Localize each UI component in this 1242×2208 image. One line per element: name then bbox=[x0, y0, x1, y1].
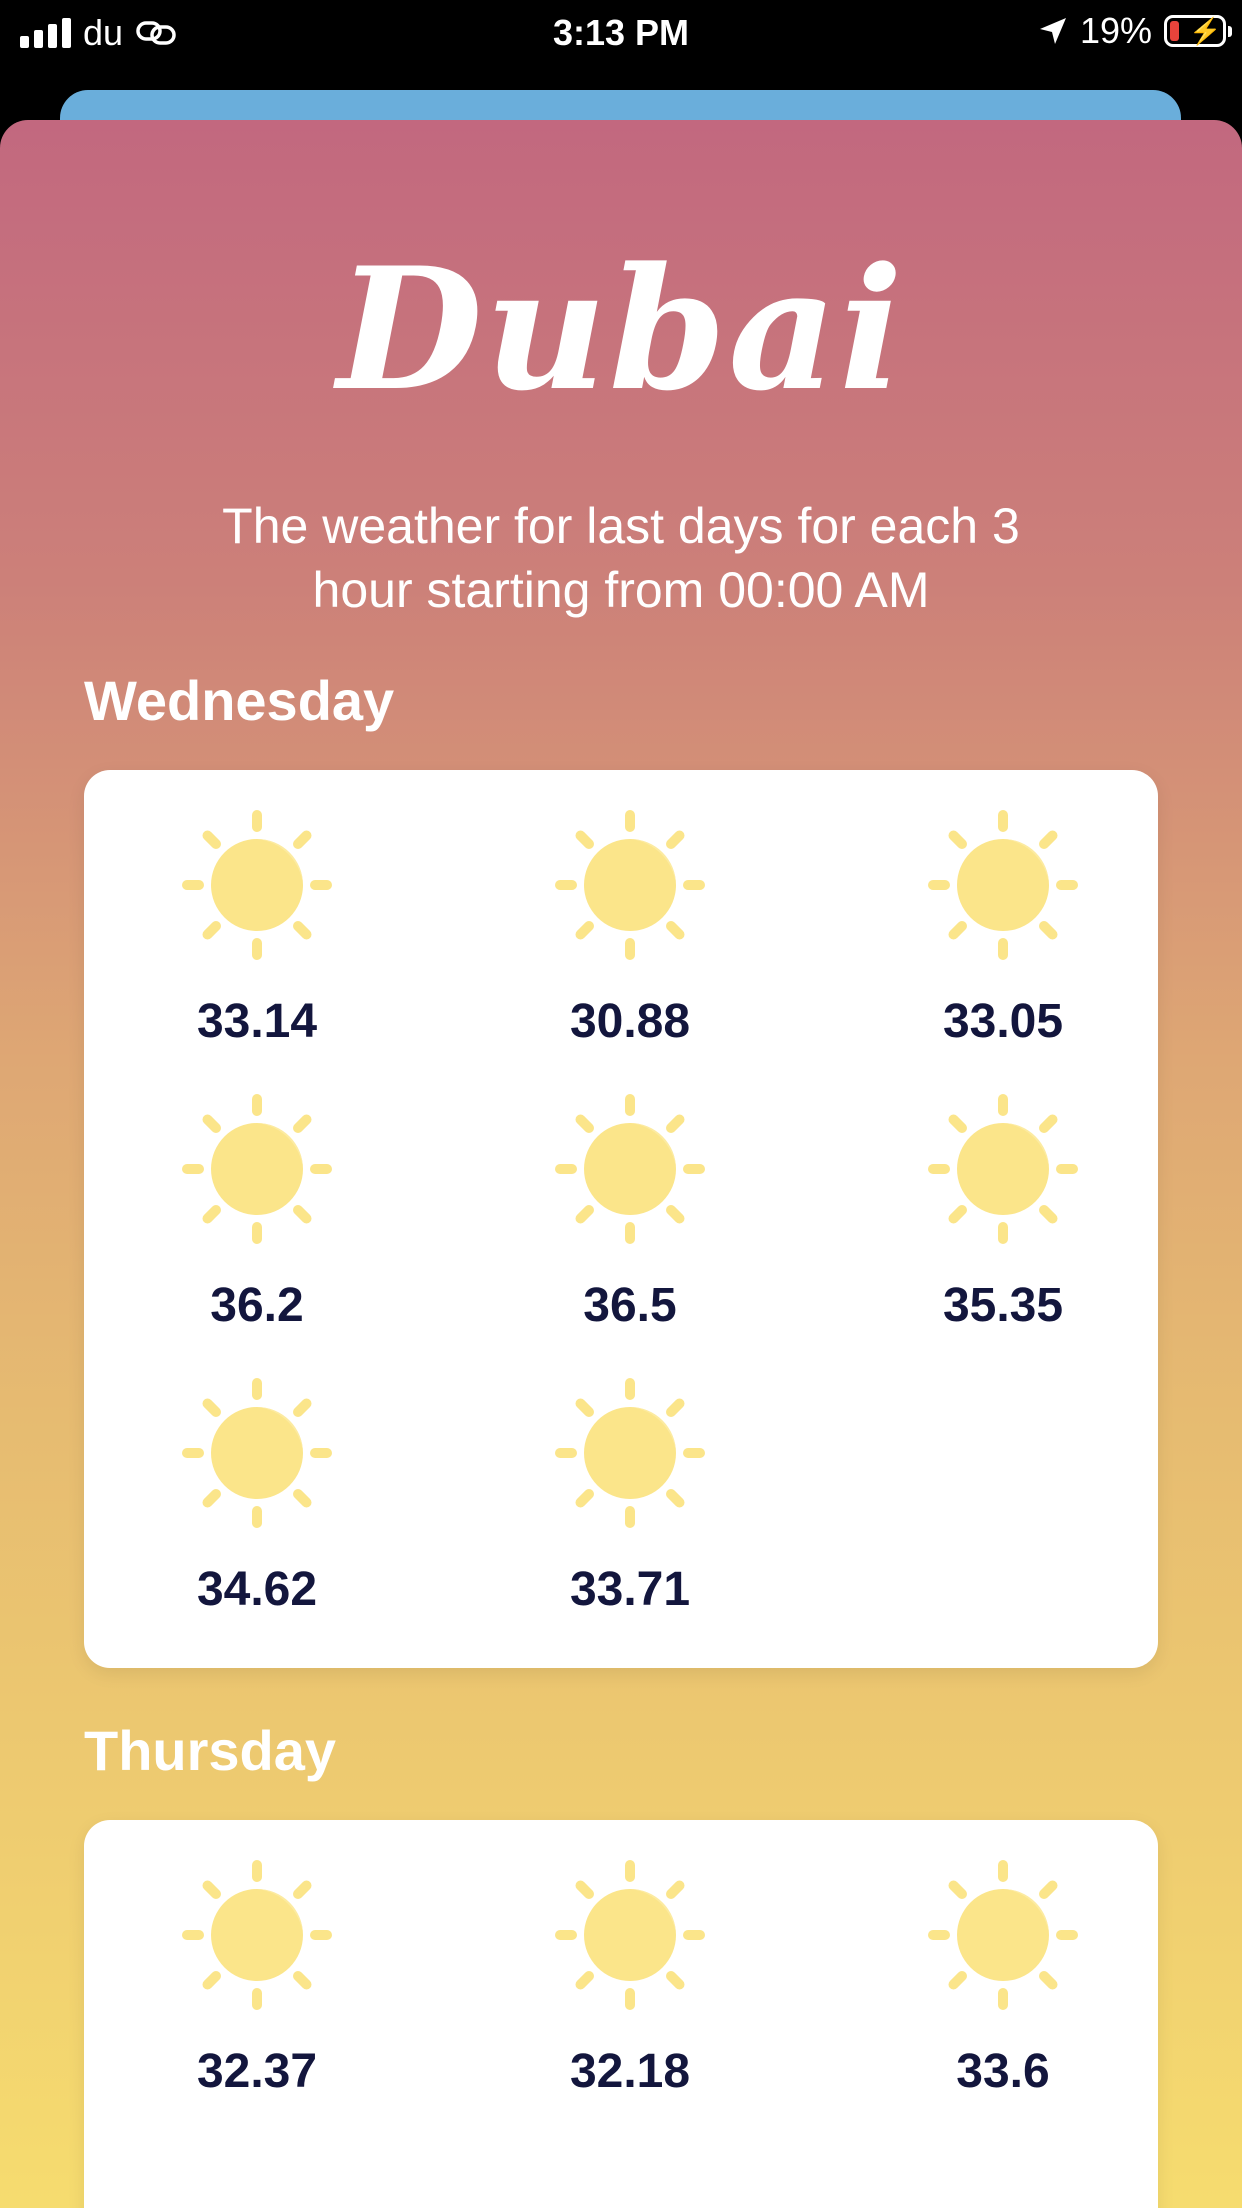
city-title: Dubai bbox=[337, 230, 905, 428]
forecast-slot: 33.71 bbox=[480, 1378, 780, 1638]
day-card-wednesday: 33.14 30.88 33.05 36.2 36.5 35.35 34.62 33.71 bbox=[84, 770, 1158, 1668]
forecast-slot: 32.18 bbox=[480, 1860, 780, 2120]
subtitle: The weather for last days for each 3 hou… bbox=[222, 498, 1020, 618]
sun-icon bbox=[182, 810, 332, 960]
location-arrow-icon bbox=[1039, 18, 1066, 44]
battery-percent: 19% bbox=[1079, 10, 1152, 51]
day-label-wednesday: Wednesday bbox=[84, 669, 395, 732]
forecast-slot: 33.14 bbox=[107, 810, 407, 1070]
temperature-value: 33.05 bbox=[942, 995, 1064, 1048]
forecast-slot: 32.37 bbox=[107, 1860, 407, 2120]
sun-icon bbox=[928, 810, 1078, 960]
temperature-value: 36.2 bbox=[210, 1279, 304, 1332]
sun-icon bbox=[182, 1094, 332, 1244]
temperature-value: 35.35 bbox=[942, 1279, 1064, 1332]
forecast-slot: 33.6 bbox=[853, 1860, 1153, 2120]
status-bar: du 3:13 PM 19% ⚡ bbox=[0, 0, 1242, 64]
temperature-value: 34.62 bbox=[196, 1563, 318, 1616]
sun-icon bbox=[928, 1094, 1078, 1244]
forecast-slot: 36.2 bbox=[107, 1094, 407, 1354]
forecast-slot: 36.5 bbox=[480, 1094, 780, 1354]
sun-icon bbox=[555, 1378, 705, 1528]
forecast-slot: 35.35 bbox=[853, 1094, 1153, 1354]
temperature-value: 33.14 bbox=[196, 995, 318, 1048]
sun-icon bbox=[182, 1378, 332, 1528]
charging-bolt-icon: ⚡ bbox=[1189, 16, 1222, 46]
day-card-thursday: 32.37 32.18 33.6 bbox=[84, 1820, 1158, 2208]
temperature-value: 33.6 bbox=[956, 2045, 1050, 2098]
sun-icon bbox=[928, 1860, 1078, 2010]
sun-icon bbox=[555, 1860, 705, 2010]
forecast-slot: 30.88 bbox=[480, 810, 780, 1070]
temperature-value: 32.37 bbox=[196, 2045, 318, 2098]
forecast-slot: 33.05 bbox=[853, 810, 1153, 1070]
sun-icon bbox=[182, 1860, 332, 2010]
status-right: 19% ⚡ bbox=[1038, 10, 1232, 52]
temperature-value: 32.18 bbox=[569, 2045, 691, 2098]
temperature-value: 33.71 bbox=[569, 1563, 691, 1616]
battery-icon: ⚡ bbox=[1164, 15, 1232, 47]
day-label-thursday: Thursday bbox=[84, 1719, 337, 1782]
sun-icon bbox=[555, 1094, 705, 1244]
sun-icon bbox=[555, 810, 705, 960]
temperature-value: 30.88 bbox=[569, 995, 691, 1048]
temperature-value: 36.5 bbox=[583, 1279, 677, 1332]
forecast-slot: 34.62 bbox=[107, 1378, 407, 1638]
weather-sheet[interactable]: Dubai The weather for last days for each… bbox=[0, 120, 1242, 2208]
